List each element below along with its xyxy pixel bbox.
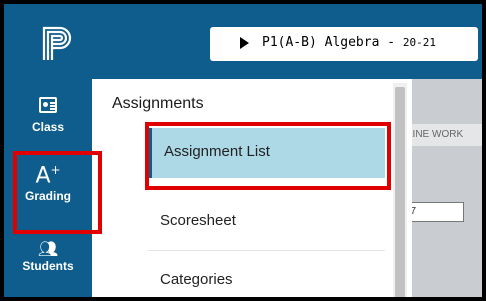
section-selector-button[interactable]: P1(A-B) Algebra - 20-21 [210, 27, 478, 61]
nav-item-label: Students [22, 259, 74, 273]
scrollbar-thumb[interactable] [395, 87, 405, 297]
highlight-box-grading [13, 151, 102, 234]
screenshot-frame: P1(A-B) Algebra - 20-21 Class A+ Grading… [0, 0, 486, 301]
students-icon: 👥︎ [37, 241, 59, 258]
menu-section-title: Assignments [112, 95, 204, 112]
section-label: P1(A-B) Algebra - 20-21 [262, 35, 437, 50]
menu-item-label: Categories [160, 271, 233, 288]
menu-item-scoresheet[interactable]: Scoresheet [148, 196, 385, 251]
grading-dropdown-menu: Assignments Assignment List Scoresheet C… [92, 79, 412, 297]
background-tab: LINE WORK [400, 124, 482, 146]
highlight-box-assignment-list [145, 122, 391, 190]
menu-scrollbar[interactable] [393, 83, 407, 297]
top-bar: P1(A-B) Algebra - 20-21 [4, 4, 482, 79]
class-card-icon [39, 97, 57, 113]
nav-item-class[interactable]: Class [4, 97, 92, 134]
menu-item-label: Scoresheet [160, 212, 236, 229]
nav-item-label: Class [31, 120, 65, 134]
powerschool-logo[interactable] [38, 24, 78, 64]
nav-item-students[interactable]: 👥︎ Students [4, 241, 92, 273]
menu-item-categories[interactable]: Categories [148, 257, 385, 297]
play-icon [240, 37, 249, 49]
